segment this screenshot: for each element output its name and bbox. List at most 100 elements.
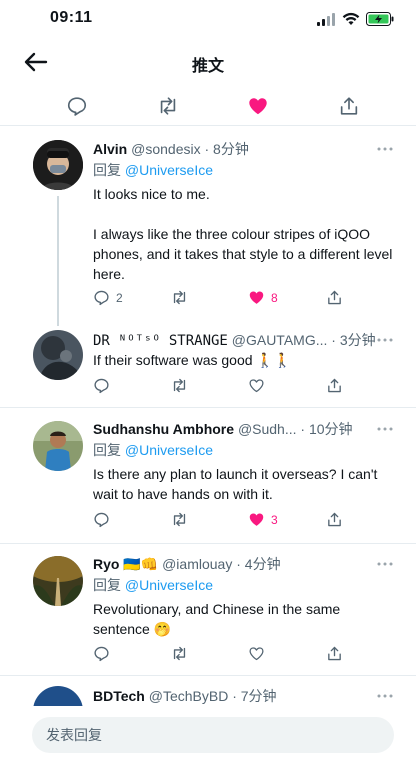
- author-handle[interactable]: @TechByBD: [149, 688, 229, 704]
- signal-icon: [317, 12, 335, 26]
- retweet-button[interactable]: [171, 289, 188, 306]
- reply-item[interactable]: Sudhanshu Ambhore @Sudh... · 10分钟 回复 @Un…: [0, 408, 416, 544]
- reply-icon: [94, 290, 109, 306]
- like-filled-icon[interactable]: [247, 95, 269, 117]
- retweet-icon: [173, 378, 186, 393]
- share-icon: [328, 512, 341, 527]
- like-button[interactable]: [248, 377, 265, 394]
- reply-item[interactable]: DR ᴺᴼᵀˢᴼ STRANGE @GAUTAMG... · 3分钟 If th…: [0, 320, 416, 408]
- like-button[interactable]: 8: [248, 289, 278, 306]
- avatar[interactable]: [33, 556, 83, 606]
- like-button[interactable]: [248, 645, 265, 662]
- header: 推文: [0, 40, 416, 84]
- reply-header: Alvin @sondesix · 8分钟: [93, 139, 392, 159]
- reply-button[interactable]: [93, 377, 110, 394]
- more-options-icon[interactable]: [376, 691, 394, 701]
- avatar[interactable]: [33, 330, 83, 380]
- timestamp: · 4分钟: [236, 556, 281, 572]
- share-button[interactable]: [326, 377, 343, 394]
- mention-link[interactable]: @UniverseIce: [125, 577, 213, 593]
- status-bar: 09:11: [0, 0, 416, 38]
- like-count: 8: [271, 290, 278, 305]
- share-icon: [328, 290, 341, 305]
- replying-to: 回复 @UniverseIce: [93, 575, 213, 595]
- status-icons: [316, 11, 394, 27]
- main-tweet-actions: [0, 86, 416, 126]
- reply-count: 2: [116, 290, 123, 305]
- avatar-image: [33, 140, 83, 190]
- timestamp: · 3分钟: [331, 332, 376, 348]
- wifi-icon: [342, 12, 360, 25]
- mention-link[interactable]: @UniverseIce: [125, 442, 213, 458]
- avatar[interactable]: [33, 686, 83, 706]
- retweet-button[interactable]: [171, 511, 188, 528]
- page-title: 推文: [191, 58, 224, 75]
- reply-header: Ryo 🇺🇦👊 @iamlouay · 4分钟: [93, 554, 392, 574]
- reply-item[interactable]: Ryo 🇺🇦👊 @iamlouay · 4分钟 回复 @UniverseIce …: [0, 544, 416, 676]
- retweet-button[interactable]: [171, 377, 188, 394]
- more-options-icon[interactable]: [376, 335, 394, 345]
- share-icon[interactable]: [338, 95, 360, 117]
- author-handle[interactable]: @sondesix: [131, 141, 200, 157]
- share-icon: [328, 646, 341, 661]
- like-outline-icon: [249, 379, 264, 393]
- more-options-icon[interactable]: [376, 559, 394, 569]
- reply-button[interactable]: 2: [93, 289, 123, 306]
- author-name[interactable]: Ryo 🇺🇦👊: [93, 556, 158, 572]
- avatar-image: [33, 556, 83, 606]
- reply-header: BDTech @TechByBD · 7分钟: [93, 686, 392, 706]
- reply-actions: [93, 645, 353, 665]
- timestamp: · 8分钟: [204, 141, 249, 157]
- author-name[interactable]: Sudhanshu Ambhore: [93, 421, 234, 437]
- retweet-button[interactable]: [171, 645, 188, 662]
- like-outline-icon: [249, 647, 264, 661]
- reply-item[interactable]: Alvin @sondesix · 8分钟 回复 @UniverseIce It…: [0, 127, 416, 320]
- reply-item[interactable]: BDTech @TechByBD · 7分钟: [0, 676, 416, 706]
- avatar[interactable]: [33, 140, 83, 190]
- retweet-icon: [173, 512, 186, 527]
- like-button[interactable]: 3: [248, 511, 278, 528]
- reply-icon[interactable]: [66, 95, 88, 117]
- share-button[interactable]: [326, 511, 343, 528]
- reply-icon: [94, 378, 109, 394]
- author-name[interactable]: Alvin: [93, 141, 127, 157]
- author-name[interactable]: BDTech: [93, 688, 145, 704]
- reply-text: If their software was good 🚶🚶: [93, 352, 292, 368]
- like-filled-icon: [249, 291, 264, 304]
- reply-input[interactable]: [32, 717, 394, 753]
- share-button[interactable]: [326, 289, 343, 306]
- avatar[interactable]: [33, 421, 83, 471]
- retweet-icon[interactable]: [157, 95, 179, 117]
- timestamp: · 10分钟: [300, 421, 353, 437]
- reply-icon: [94, 646, 109, 662]
- avatar-image: [33, 421, 83, 471]
- author-handle[interactable]: @Sudh...: [238, 421, 297, 437]
- more-options-icon[interactable]: [376, 144, 394, 154]
- mention-link[interactable]: @UniverseIce: [125, 162, 213, 178]
- reply-button[interactable]: [93, 511, 110, 528]
- like-filled-icon: [249, 513, 264, 526]
- share-icon: [328, 378, 341, 393]
- share-button[interactable]: [326, 645, 343, 662]
- retweet-icon: [173, 646, 186, 661]
- reply-header: DR ᴺᴼᵀˢᴼ STRANGE @GAUTAMG... · 3分钟: [93, 330, 392, 350]
- author-handle[interactable]: @iamlouay: [162, 556, 232, 572]
- avatar-image: [33, 330, 83, 380]
- more-options-icon[interactable]: [376, 424, 394, 434]
- reply-actions: 2 8: [93, 289, 353, 309]
- reply-label: 回复: [93, 442, 121, 458]
- reply-actions: [93, 377, 353, 397]
- reply-text: It looks nice to me. I always like the t…: [93, 186, 393, 282]
- replying-to: 回复 @UniverseIce: [93, 440, 213, 460]
- reply-label: 回复: [93, 577, 121, 593]
- reply-button[interactable]: [93, 645, 110, 662]
- retweet-icon: [173, 290, 186, 305]
- status-time: 09:11: [50, 9, 93, 26]
- author-handle[interactable]: @GAUTAMG...: [232, 332, 328, 348]
- reply-text: Revolutionary, and Chinese in the same s…: [93, 601, 341, 637]
- compose-bar: [0, 706, 416, 763]
- timestamp: · 7分钟: [232, 688, 277, 704]
- like-count: 3: [271, 512, 278, 527]
- author-name[interactable]: DR ᴺᴼᵀˢᴼ STRANGE: [93, 333, 228, 349]
- reply-icon: [94, 512, 109, 528]
